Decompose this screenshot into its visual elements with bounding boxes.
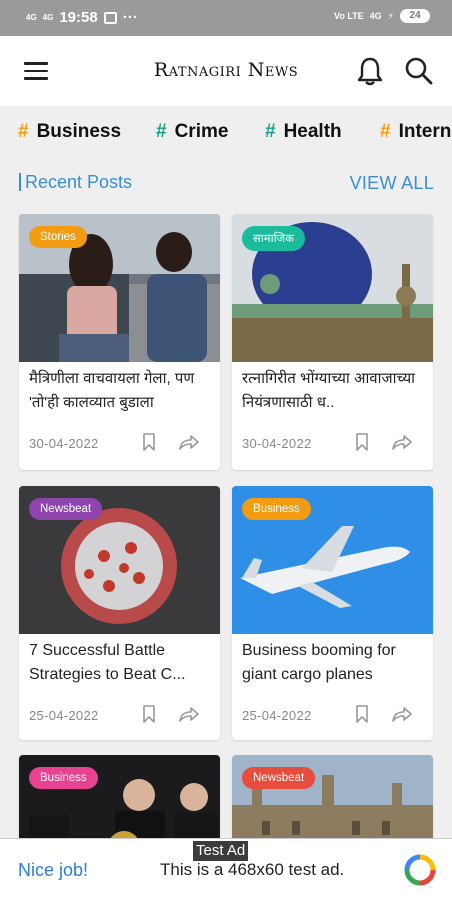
signal-indicator: 4G (369, 11, 382, 21)
share-icon[interactable] (179, 706, 199, 722)
post-card[interactable]: Stories मैत्रिणीला वाचवायला गेला, पण 'तो… (19, 214, 220, 470)
view-all-link[interactable]: VIEW ALL (350, 173, 434, 194)
bookmark-icon[interactable] (142, 433, 156, 451)
post-card[interactable]: Newsbeat 7 Successful Battle Strategies … (19, 486, 220, 740)
category-badge: Business (29, 767, 98, 789)
ad-headline: Nice job! (18, 860, 89, 880)
notification-bell-icon[interactable] (356, 56, 384, 86)
category-tags: # Business # Crime # Health # Intern (0, 106, 452, 158)
category-badge: Newsbeat (29, 498, 103, 520)
app-bar: Ratnagiri News (0, 36, 452, 106)
post-card[interactable]: Business (19, 755, 220, 845)
bookmark-icon[interactable] (355, 433, 369, 451)
post-date: 30-04-2022 (29, 436, 99, 451)
status-bar: 4G 4G 19:58 ··· Vo LTE 4G ⚡ 24 (0, 0, 452, 36)
post-card[interactable]: Newsbeat (232, 755, 433, 845)
post-title: रत्नागिरीत भोंग्याच्या आवाजाच्या नियंत्र… (242, 370, 416, 411)
share-icon[interactable] (392, 706, 412, 722)
share-icon[interactable] (392, 434, 412, 450)
category-badge: Business (242, 498, 311, 520)
tag-label: Health (283, 121, 342, 142)
ad-logo-icon (404, 854, 436, 886)
post-title: Business booming for giant cargo planes (242, 642, 396, 683)
bookmark-icon[interactable] (355, 705, 369, 723)
bookmark-icon[interactable] (142, 705, 156, 723)
tag-label: Crime (174, 121, 229, 142)
notification-icon (103, 11, 117, 24)
section-title: Recent Posts (19, 173, 132, 191)
category-badge: Newsbeat (242, 767, 316, 789)
tag-international[interactable]: # Intern (380, 121, 451, 143)
recent-posts-header: Recent Posts VIEW ALL (0, 170, 452, 196)
hash-icon: # (18, 121, 29, 142)
battery-indicator: 24 (400, 9, 430, 23)
hash-icon: # (265, 121, 276, 142)
signal-indicator: 4G (42, 13, 54, 22)
post-title: 7 Successful Battle Strategies to Beat C… (29, 642, 186, 683)
tag-business[interactable]: # Business (18, 121, 121, 143)
search-icon[interactable] (404, 56, 434, 86)
post-card[interactable]: सामाजिक रत्नागिरीत भोंग्याच्या आवाजाच्या… (232, 214, 433, 470)
tag-crime[interactable]: # Crime (156, 121, 228, 143)
volte-indicator: Vo LTE (333, 11, 364, 21)
ad-text: This is a 468x60 test ad. (160, 860, 345, 879)
category-badge: सामाजिक (242, 226, 305, 251)
tag-health[interactable]: # Health (265, 121, 342, 143)
tag-label: Business (36, 121, 122, 142)
post-date: 30-04-2022 (242, 436, 312, 451)
more-notifications-icon: ··· (122, 9, 138, 26)
post-card[interactable]: Business Business booming for giant carg… (232, 486, 433, 740)
tag-label: Intern (398, 121, 452, 142)
post-title: मैत्रिणीला वाचवायला गेला, पण 'तो'ही कालव… (29, 370, 195, 411)
category-badge: Stories (29, 226, 87, 248)
post-date: 25-04-2022 (242, 708, 312, 723)
charging-icon: ⚡ (387, 10, 394, 21)
signal-indicator: 4G (26, 13, 37, 22)
post-date: 25-04-2022 (29, 708, 99, 723)
test-ad-label: Test Ad (193, 841, 249, 861)
app-title: Ratnagiri News (153, 59, 299, 81)
hash-icon: # (380, 121, 391, 142)
status-time: 19:58 (59, 9, 98, 26)
share-icon[interactable] (179, 434, 199, 450)
hash-icon: # (156, 121, 167, 142)
